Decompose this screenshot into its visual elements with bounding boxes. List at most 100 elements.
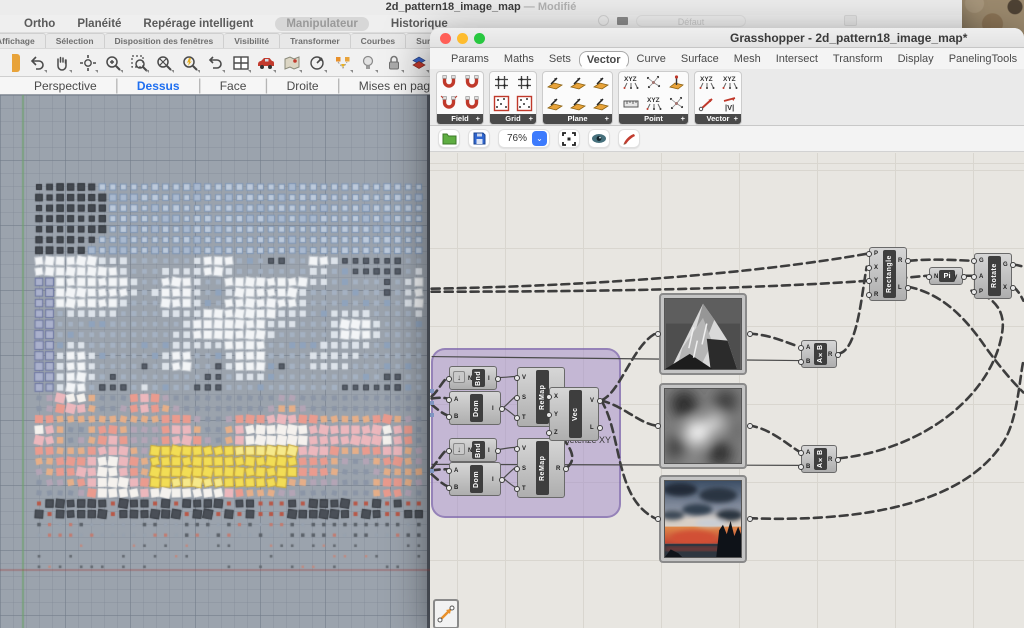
expand-group-icon[interactable]: + (734, 114, 738, 124)
point-anchor-icon[interactable] (665, 72, 688, 93)
output-R-port[interactable] (835, 457, 841, 463)
zoom-button[interactable] (474, 33, 485, 44)
layer-color-chip[interactable] (617, 17, 628, 25)
input-port[interactable] (655, 331, 661, 337)
plane-normal-icon[interactable] (566, 93, 589, 114)
component-remap-2[interactable]: ReMapVSTR (517, 438, 565, 498)
magnet-merge-icon[interactable] (460, 93, 483, 114)
zoom-extents-button[interactable] (558, 129, 580, 148)
car-icon[interactable] (255, 52, 277, 74)
four-viewports-icon[interactable] (230, 52, 252, 74)
close-button[interactable] (440, 33, 451, 44)
component-domain-2[interactable]: DomABI (449, 462, 501, 496)
component-domain-1[interactable]: DomABI (449, 391, 501, 425)
output-I-port[interactable] (495, 376, 501, 382)
toolbar-tab-visibilit-[interactable]: Visibilité (224, 33, 280, 48)
input-N-port[interactable] (446, 376, 452, 382)
input-A-port[interactable] (971, 274, 977, 280)
plane-xy-icon[interactable] (566, 72, 589, 93)
viewport-tab-perspective[interactable]: Perspective (16, 79, 115, 93)
component-bounds-1[interactable]: Bnd↓NI (449, 366, 497, 390)
image-heightmap[interactable] (659, 383, 747, 469)
undo-view-icon[interactable] (204, 52, 226, 74)
component-vector-xyz[interactable]: VecXYZVL (549, 387, 599, 441)
input-N-port[interactable] (446, 448, 452, 454)
undo-icon[interactable] (26, 52, 48, 74)
menu-surface[interactable]: Surface (674, 51, 726, 67)
viewport-tab-face[interactable]: Face (202, 79, 265, 93)
input-P-port[interactable] (971, 289, 977, 295)
panel-icon[interactable] (844, 15, 857, 26)
status-toggle-plan-it-[interactable]: Planéité (77, 18, 121, 30)
input-N-port[interactable] (926, 274, 932, 280)
map-icon[interactable] (281, 52, 303, 74)
input-A-port[interactable] (446, 468, 452, 474)
status-toggle-rep-rage-intelligent[interactable]: Repérage intelligent (143, 18, 253, 30)
input-B-port[interactable] (446, 414, 452, 420)
menu-transform[interactable]: Transform (826, 51, 890, 67)
tool-group-label[interactable]: Grid+ (490, 114, 536, 124)
output-L-port[interactable] (597, 425, 603, 431)
menu-display[interactable]: Display (891, 51, 941, 67)
input-R-port[interactable] (866, 292, 872, 298)
grasshopper-canvas[interactable]: reparameterize XY Bnd↓NIDomABIReMapVSTRB… (430, 153, 1024, 628)
output-I-port[interactable] (499, 477, 505, 483)
input-X-port[interactable] (866, 265, 872, 271)
menu-vector[interactable]: Vector (579, 51, 629, 69)
input-B-port[interactable] (798, 359, 804, 365)
rhino-viewport[interactable] (0, 95, 430, 628)
grid-cross-icon[interactable] (513, 72, 536, 93)
component-rectangle[interactable]: RectanglePXYRRL (869, 247, 907, 301)
expand-group-icon[interactable]: + (529, 114, 533, 124)
zoom-flash-icon[interactable] (179, 52, 201, 74)
pan-hand-icon[interactable] (51, 52, 73, 74)
lamp-icon[interactable] (357, 52, 379, 74)
ruler-icon[interactable] (619, 93, 642, 114)
tool-group-label[interactable]: Point+ (619, 114, 688, 124)
component-multiply-1[interactable]: A×BABR (801, 340, 837, 368)
viewport-tab-dessus[interactable]: Dessus (119, 79, 198, 93)
magnet-charge-icon[interactable] (460, 72, 483, 93)
orbit-view-icon[interactable] (77, 52, 99, 74)
output-R-port[interactable] (835, 352, 841, 358)
vector-display-component[interactable] (433, 599, 459, 628)
zoom-plus-icon[interactable] (102, 52, 124, 74)
output-port[interactable] (747, 516, 753, 522)
output-port[interactable] (747, 331, 753, 337)
plane-corner-icon[interactable] (543, 93, 566, 114)
xyz-construct-icon[interactable]: XYZ (642, 93, 665, 114)
search-icon[interactable] (598, 15, 609, 26)
input-A-port[interactable] (798, 345, 804, 351)
expand-group-icon[interactable]: + (605, 114, 609, 124)
magnet-spark-icon[interactable] (437, 93, 460, 114)
image-mountain[interactable] (659, 293, 747, 375)
input-V-port[interactable] (514, 375, 520, 381)
toolbar-tab-courbes[interactable]: Courbes (351, 33, 406, 48)
menu-intersect[interactable]: Intersect (769, 51, 825, 67)
plane-shift-icon[interactable] (543, 72, 566, 93)
toolbar-tab-affichage[interactable]: Affichage (0, 33, 46, 48)
menu-params[interactable]: Params (444, 51, 496, 67)
input-B-port[interactable] (446, 485, 452, 491)
menu-mesh[interactable]: Mesh (727, 51, 768, 67)
output-I-port[interactable] (499, 406, 505, 412)
menu-sets[interactable]: Sets (542, 51, 578, 67)
output-L-port[interactable] (905, 285, 911, 291)
plane-flag-icon[interactable] (589, 72, 612, 93)
menu-panelingtools[interactable]: PanelingTools (942, 51, 1024, 67)
toolbar-tab-s-lection[interactable]: Sélection (46, 33, 105, 48)
input-T-port[interactable] (514, 486, 520, 492)
vector-length-icon[interactable]: |V| (718, 93, 741, 114)
save-file-button[interactable] (468, 129, 490, 148)
output-R-port[interactable] (905, 258, 911, 264)
expand-group-icon[interactable]: + (476, 114, 480, 124)
tool-group-label[interactable]: Field+ (437, 114, 483, 124)
dots-populate-icon[interactable] (490, 93, 513, 114)
input-T-port[interactable] (514, 415, 520, 421)
point-scatter-icon[interactable] (642, 72, 665, 93)
status-toggle-ortho[interactable]: Ortho (24, 18, 55, 30)
input-P-port[interactable] (866, 251, 872, 257)
component-pi[interactable]: PiNy (929, 267, 963, 285)
component-multiply-2[interactable]: A×BABR (801, 445, 837, 473)
lights-icon[interactable] (332, 52, 354, 74)
